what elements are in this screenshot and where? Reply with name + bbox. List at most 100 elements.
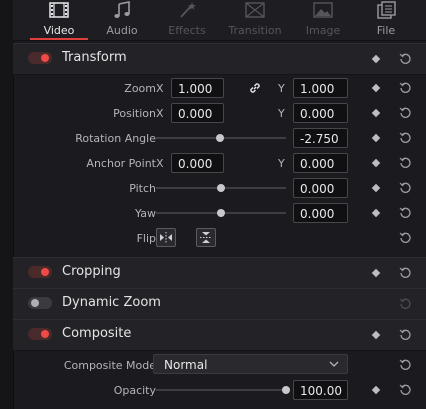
zoom-label: Zoom xyxy=(124,82,156,95)
keyframe-diamond-icon[interactable] xyxy=(371,108,381,118)
flip-vertical-icon xyxy=(200,232,212,243)
dynamic-zoom-title: Dynamic Zoom xyxy=(62,295,161,310)
anchor-point-label: Anchor Point xyxy=(86,157,156,170)
reset-icon[interactable] xyxy=(399,156,412,169)
yaw-label: Yaw xyxy=(135,207,156,220)
cropping-enable-toggle[interactable] xyxy=(28,266,52,278)
link-icon[interactable] xyxy=(248,81,262,95)
anchor-x-axis-label: X xyxy=(156,157,164,170)
flip-horizontal-icon xyxy=(160,232,172,243)
cropping-title: Cropping xyxy=(62,264,121,279)
inspector-tab-bar: Video Audio Effects Transition Image Fil… xyxy=(13,0,426,41)
tab-image[interactable]: Image xyxy=(290,0,356,40)
yaw-slider-handle[interactable] xyxy=(217,209,225,217)
reset-icon[interactable] xyxy=(399,131,412,144)
keyframe-diamond-icon[interactable] xyxy=(371,133,381,143)
tab-file[interactable]: File xyxy=(353,0,419,40)
position-label: Position xyxy=(113,107,156,120)
film-icon xyxy=(49,2,69,18)
cropping-section-header[interactable]: Cropping xyxy=(13,257,426,289)
tab-effects-label: Effects xyxy=(168,24,206,37)
reset-icon[interactable] xyxy=(399,297,412,310)
reset-icon[interactable] xyxy=(399,358,412,371)
flip-horizontal-button[interactable] xyxy=(156,228,176,247)
zoom-row: Zoom X 1.000 Y 1.000 xyxy=(13,77,426,102)
image-icon xyxy=(313,2,333,18)
zoom-x-field[interactable]: 1.000 xyxy=(171,78,224,98)
dynamic-zoom-enable-toggle[interactable] xyxy=(28,297,52,309)
magic-wand-icon xyxy=(180,2,196,18)
transform-enable-toggle[interactable] xyxy=(28,52,52,64)
anchor-x-field[interactable]: 0.000 xyxy=(171,153,224,173)
chevron-down-icon xyxy=(329,361,339,367)
flip-vertical-button[interactable] xyxy=(196,228,216,247)
composite-enable-toggle[interactable] xyxy=(28,328,52,340)
keyframe-diamond-icon[interactable] xyxy=(371,268,381,278)
anchor-y-field[interactable]: 0.000 xyxy=(293,153,348,173)
anchor-point-row: Anchor Point X 0.000 Y 0.000 xyxy=(13,152,426,177)
composite-mode-value: Normal xyxy=(164,358,208,372)
pitch-row: Pitch 0.000 xyxy=(13,177,426,202)
keyframe-diamond-icon[interactable] xyxy=(371,83,381,93)
rotation-angle-field[interactable]: -2.750 xyxy=(293,128,348,148)
tab-transition-label: Transition xyxy=(228,24,282,37)
tab-audio[interactable]: Audio xyxy=(89,0,155,40)
music-note-icon xyxy=(114,1,130,18)
dynamic-zoom-section-header[interactable]: Dynamic Zoom xyxy=(13,288,426,320)
opacity-slider[interactable] xyxy=(156,389,286,391)
yaw-row: Yaw 0.000 xyxy=(13,202,426,227)
opacity-slider-handle[interactable] xyxy=(282,386,290,394)
position-y-field[interactable]: 0.000 xyxy=(293,103,348,123)
transform-section-header[interactable]: Transform xyxy=(13,43,426,75)
zoom-y-axis-label: Y xyxy=(278,82,285,95)
rotation-angle-row: Rotation Angle -2.750 xyxy=(13,127,426,152)
tab-effects[interactable]: Effects xyxy=(154,0,220,40)
keyframe-diamond-icon[interactable] xyxy=(371,208,381,218)
keyframe-diamond-icon[interactable] xyxy=(371,330,381,340)
reset-icon[interactable] xyxy=(399,181,412,194)
reset-icon[interactable] xyxy=(399,328,412,341)
rotation-slider-handle[interactable] xyxy=(215,134,224,142)
composite-mode-row: Composite Mode Normal xyxy=(13,354,426,379)
flip-label: Flip xyxy=(136,232,156,245)
zoom-y-field[interactable]: 1.000 xyxy=(293,78,348,98)
opacity-field[interactable]: 100.00 xyxy=(293,380,348,400)
reset-icon[interactable] xyxy=(399,206,412,219)
keyframe-diamond-icon[interactable] xyxy=(371,385,381,395)
active-tab-indicator xyxy=(30,38,88,40)
zoom-x-axis-label: X xyxy=(156,82,164,95)
position-y-axis-label: Y xyxy=(278,107,285,120)
reset-icon[interactable] xyxy=(399,52,412,65)
opacity-label: Opacity xyxy=(113,384,156,397)
pitch-label: Pitch xyxy=(129,182,156,195)
composite-mode-dropdown[interactable]: Normal xyxy=(153,354,348,374)
keyframe-diamond-icon[interactable] xyxy=(371,158,381,168)
flip-row: Flip xyxy=(13,227,426,252)
tab-image-label: Image xyxy=(305,24,341,37)
reset-icon[interactable] xyxy=(399,106,412,119)
rotation-angle-label: Rotation Angle xyxy=(75,132,156,145)
opacity-row: Opacity 100.00 xyxy=(13,379,426,404)
reset-icon[interactable] xyxy=(399,231,412,244)
tab-video[interactable]: Video xyxy=(26,0,92,40)
reset-icon[interactable] xyxy=(399,81,412,94)
file-icon xyxy=(377,1,396,19)
keyframe-diamond-icon[interactable] xyxy=(371,54,381,64)
yaw-field[interactable]: 0.000 xyxy=(293,203,348,223)
tab-file-label: File xyxy=(376,24,396,37)
transform-title: Transform xyxy=(62,50,127,65)
composite-section-header[interactable]: Composite xyxy=(13,319,426,351)
position-x-field[interactable]: 0.000 xyxy=(171,103,224,123)
pitch-slider-handle[interactable] xyxy=(217,184,225,192)
composite-title: Composite xyxy=(62,326,132,341)
left-panel-edge xyxy=(0,0,14,409)
reset-icon[interactable] xyxy=(399,266,412,279)
anchor-y-axis-label: Y xyxy=(278,157,285,170)
keyframe-diamond-icon[interactable] xyxy=(371,183,381,193)
tab-transition[interactable]: Transition xyxy=(222,0,288,40)
reset-icon[interactable] xyxy=(399,383,412,396)
position-x-axis-label: X xyxy=(156,107,164,120)
pitch-field[interactable]: 0.000 xyxy=(293,178,348,198)
composite-mode-label: Composite Mode xyxy=(63,359,156,372)
transition-icon xyxy=(245,2,265,18)
